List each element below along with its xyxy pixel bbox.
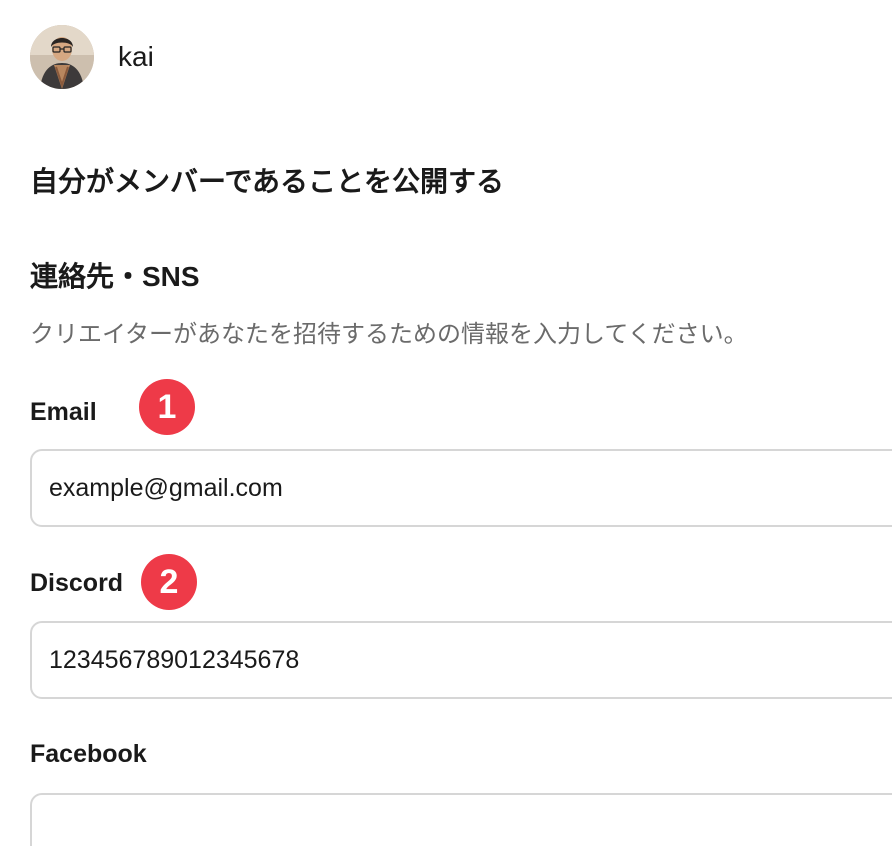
email-field[interactable] [30, 449, 892, 527]
annotation-badge-2: 2 [141, 554, 197, 610]
facebook-label: Facebook [30, 740, 147, 768]
username: kai [118, 41, 154, 72]
annotation-badge-1: 1 [139, 379, 195, 435]
contact-sns-heading: 連絡先・SNS [30, 261, 200, 292]
email-label: Email [30, 398, 97, 426]
avatar-image [30, 25, 94, 89]
settings-page: kai 自分がメンバーであることを公開する 連絡先・SNS クリエイターがあなた… [0, 0, 892, 846]
avatar [30, 25, 94, 89]
public-membership-heading: 自分がメンバーであることを公開する [30, 166, 505, 197]
facebook-field[interactable] [30, 793, 892, 846]
contact-helper-text: クリエイターがあなたを招待するための情報を入力してください。 [30, 321, 748, 348]
user-row: kai [30, 25, 154, 89]
discord-label: Discord [30, 569, 124, 597]
discord-field[interactable] [30, 621, 892, 699]
